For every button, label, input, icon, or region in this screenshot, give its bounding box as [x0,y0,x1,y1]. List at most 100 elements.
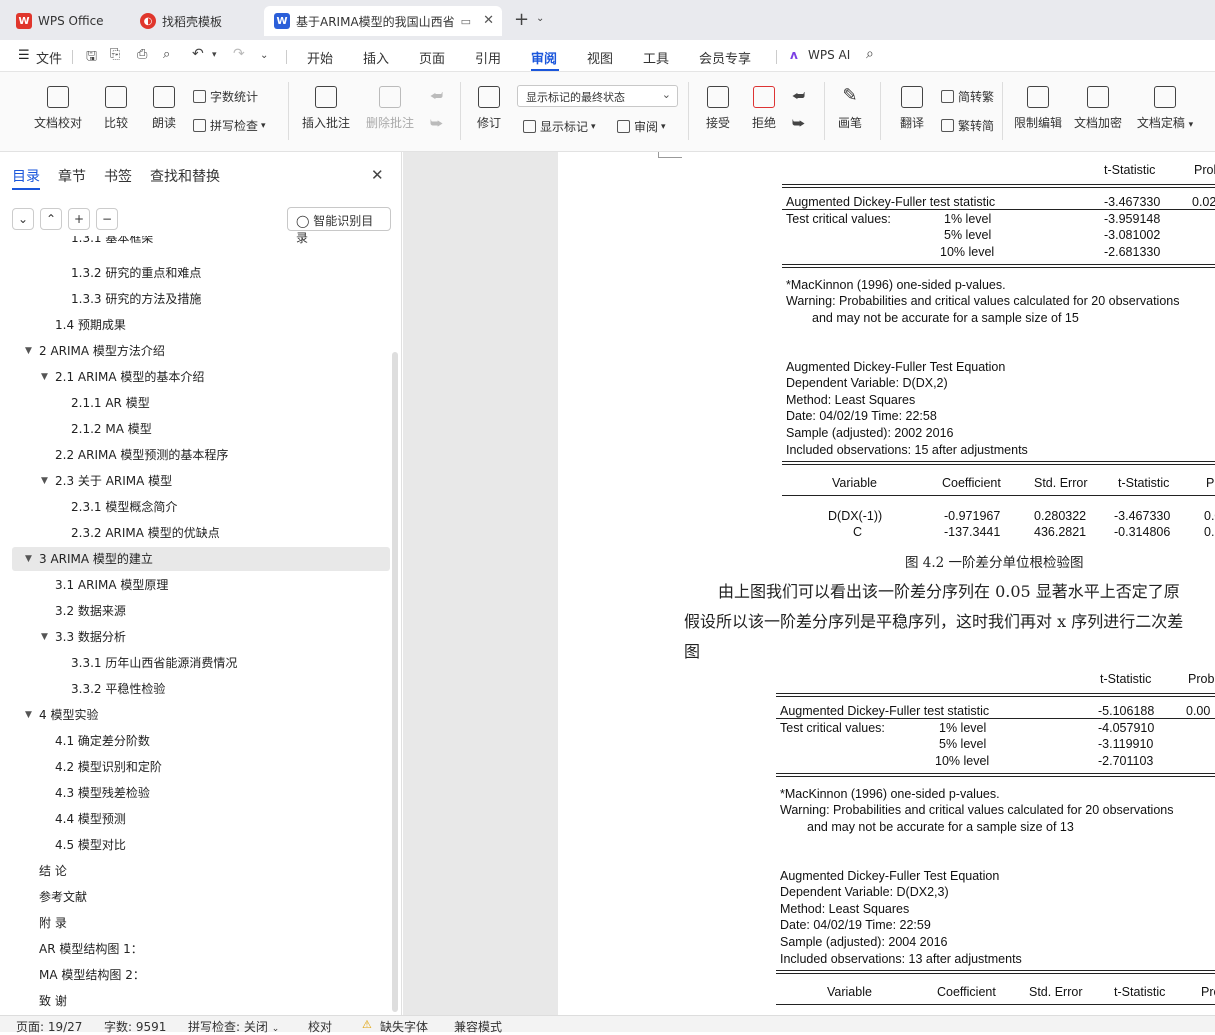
export-pdf-icon[interactable]: ⎘ [110,47,120,62]
delete-comment-button[interactable]: 删除批注 [360,86,420,131]
toc-item[interactable]: 2.3.1 模型概念简介 [71,496,177,518]
previous-comment-icon[interactable]: ⮨ [430,88,443,104]
expand-arrow-icon[interactable]: ▼ [25,710,32,720]
review-pane-button[interactable]: 审阅 ▾ [617,118,666,135]
compare-button[interactable]: 比较 [98,86,134,131]
new-tab-icon[interactable]: + [514,9,529,30]
menu-insert[interactable]: 插入 [363,48,389,67]
accept-button[interactable]: 接受 [700,86,736,131]
toc-item[interactable]: 致 谢 [39,990,67,1012]
hamburger-icon[interactable]: ☰ [18,48,30,63]
toc-item[interactable]: 3.2 数据来源 [55,600,126,622]
search-icon[interactable]: ⌕ [866,46,874,62]
toc-item[interactable]: 4.2 模型识别和定阶 [55,756,162,778]
menu-home[interactable]: 开始 [307,48,333,67]
print-icon[interactable]: ⎙ [137,47,147,62]
expand-arrow-icon[interactable]: ▼ [41,632,48,642]
chevron-down-icon[interactable]: ▾ [212,50,217,60]
menu-references[interactable]: 引用 [475,48,501,67]
print-preview-icon[interactable]: ⌕ [163,47,170,62]
toc-item[interactable]: 3.3.2 平稳性检验 [71,678,165,700]
save-icon[interactable]: 🖫 [86,47,97,69]
screen-icon[interactable]: ▭ [461,15,471,28]
menu-review[interactable]: 审阅 [531,48,557,67]
toc-item[interactable]: 2.3 关于 ARIMA 模型 [55,470,172,492]
status-missing-font[interactable]: 缺失字体 [380,1018,428,1035]
translate-button[interactable]: 翻译 [892,86,932,131]
insert-comment-button[interactable]: 插入批注 [300,86,352,131]
toc-item[interactable]: 附 录 [39,912,67,934]
toc-item[interactable]: 参考文献 [39,886,87,908]
menu-page[interactable]: 页面 [419,48,445,67]
toc-item[interactable]: 1.3.1 基本框架 [71,236,153,250]
encrypt-button[interactable]: 文档加密 [1072,86,1124,131]
toc-item[interactable]: 2.1 ARIMA 模型的基本介绍 [55,366,204,388]
status-page[interactable]: 页面: 19/27 [16,1018,82,1035]
menu-tools[interactable]: 工具 [643,48,669,67]
pen-button[interactable]: ✎ 画笔 [836,86,864,131]
chevron-down-icon[interactable]: ⌄ [536,13,544,24]
status-word-count[interactable]: 字数: 9591 [104,1018,166,1035]
tab-wps-office[interactable]: W WPS Office [6,6,124,36]
show-markup-button[interactable]: 显示标记 ▾ [523,118,596,135]
next-change-icon[interactable]: ⮩ [792,116,805,132]
toc-item[interactable]: 2.2 ARIMA 模型预测的基本程序 [55,444,228,466]
toc-item[interactable]: 4.1 确定差分阶数 [55,730,150,752]
close-icon[interactable]: ✕ [371,166,384,184]
restrict-edit-button[interactable]: 限制编辑 [1012,86,1064,131]
status-proofread[interactable]: 校对 [308,1018,332,1035]
smart-toc-button[interactable]: ◯ 智能识别目录 [287,207,391,245]
tab-docer-templates[interactable]: ◐ 找稻壳模板 [130,6,258,36]
close-icon[interactable]: ✕ [483,13,494,28]
toc-item[interactable]: AR 模型结构图 1： [39,938,143,960]
toc-item[interactable]: 4.3 模型残差检验 [55,782,150,804]
undo-icon[interactable]: ↶ [192,46,204,62]
toc-item[interactable]: 3 ARIMA 模型的建立 [39,548,153,570]
nav-tab-toc[interactable]: 目录 [12,166,40,186]
menu-member[interactable]: 会员专享 [699,48,751,67]
status-spell-check[interactable]: 拼写检查: 关闭 ⌄ [188,1018,279,1035]
finalize-button[interactable]: 文档定稿 ▾ [1132,86,1198,131]
previous-change-icon[interactable]: ⮨ [792,88,805,104]
toc-item[interactable]: 1.3.3 研究的方法及措施 [71,288,201,310]
toc-item[interactable]: 4.5 模型对比 [55,834,126,856]
menu-file[interactable]: 文件 [36,48,62,67]
menu-wps-ai[interactable]: WPS AI [808,48,850,62]
toc-item[interactable]: 3.1 ARIMA 模型原理 [55,574,168,596]
toc-item[interactable]: MA 模型结构图 2： [39,964,145,986]
read-aloud-button[interactable]: 朗读 [150,86,178,131]
expand-arrow-icon[interactable]: ▼ [41,372,48,382]
chevron-down-icon[interactable]: ⌄ [260,50,268,61]
toc-item[interactable]: 3.3 数据分析 [55,626,126,648]
toc-item[interactable]: 4 模型实验 [39,704,98,726]
toc-item[interactable]: 1.4 预期成果 [55,314,126,336]
toc-item[interactable]: 2.1.1 AR 模型 [71,392,150,414]
toc-item[interactable]: 2 ARIMA 模型方法介绍 [39,340,165,362]
toc-item[interactable]: 2.3.2 ARIMA 模型的优缺点 [71,522,220,544]
markup-state-select[interactable]: 显示标记的最终状态 ⌄ [517,85,678,107]
spell-check-button[interactable]: 拼写检查 ▾ [193,117,266,134]
toc-item[interactable]: 结 论 [39,860,67,882]
word-count-button[interactable]: 字数统计 [193,88,258,105]
toc-item[interactable]: 4.4 模型预测 [55,808,126,830]
doc-check-button[interactable]: 文档校对 [30,86,86,131]
toc-item[interactable]: 2.1.2 MA 模型 [71,418,152,440]
nav-tab-chapters[interactable]: 章节 [58,166,86,186]
tab-current-document[interactable]: W 基于ARIMA模型的我国山西省 ▭ ✕ [264,6,502,36]
reject-button[interactable]: 拒绝 [746,86,782,131]
collapse-all-button[interactable]: − [96,208,118,230]
toc-item[interactable]: 1.3.2 研究的重点和难点 [71,262,201,284]
to-simplified-button[interactable]: 繁转简 [941,117,994,134]
next-comment-icon[interactable]: ⮩ [430,116,443,132]
to-traditional-button[interactable]: 简转繁 [941,88,994,105]
revise-button[interactable]: 修订 [470,86,508,131]
toc-scrollbar[interactable] [392,352,398,1012]
nav-tab-find-replace[interactable]: 查找和替换 [150,166,220,186]
expand-arrow-icon[interactable]: ▼ [25,554,32,564]
toc-item[interactable]: 3.3.1 历年山西省能源消费情况 [71,652,237,674]
redo-icon[interactable]: ↷ [233,46,245,62]
collapse-up-button[interactable]: ⌃ [40,208,62,230]
collapse-down-button[interactable]: ⌄ [12,208,34,230]
menu-view[interactable]: 视图 [587,48,613,67]
expand-arrow-icon[interactable]: ▼ [25,346,32,356]
